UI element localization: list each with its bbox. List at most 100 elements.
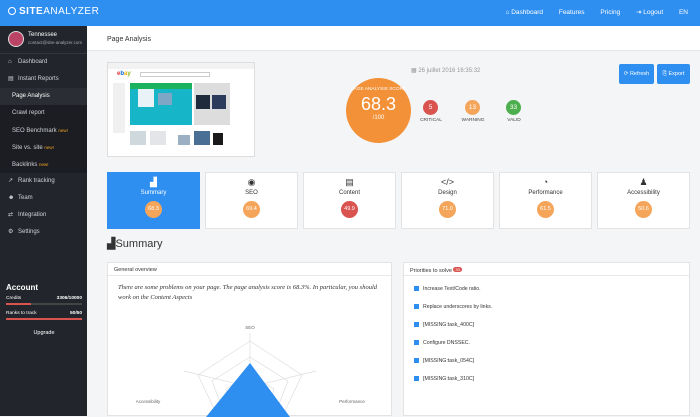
new-badge: new!: [58, 128, 68, 133]
priority-item[interactable]: Configure DNSSEC.: [404, 334, 689, 352]
sidebar-item-rank-tracking[interactable]: ↗ Rank tracking: [0, 173, 87, 190]
nav-logout[interactable]: ⇥ Logout: [636, 9, 663, 16]
export-icon: ⎘: [662, 71, 667, 77]
nav-features[interactable]: Features: [559, 9, 585, 16]
priorities-title: Priorities to solve: [410, 268, 452, 274]
tab-accessibility[interactable]: ♟ Accessibility 50.6: [597, 172, 690, 229]
score-value: 68.3: [360, 94, 397, 114]
sidebar-label: SEO Benchmark: [12, 128, 57, 134]
sidebar-label: Settings: [18, 229, 40, 235]
nav-pricing[interactable]: Pricing: [600, 9, 620, 16]
ranks-label: Ranks to track: [6, 311, 37, 316]
priority-item[interactable]: [MISSING:task_400C]: [404, 316, 689, 334]
tab-score: 61.5: [537, 201, 554, 218]
category-tabs: ▟ Summary 68.3 ◉ SEO 69.4 ▤ Content 49.9 </> De…: [107, 172, 690, 229]
tab-seo[interactable]: ◉ SEO 69.4: [205, 172, 298, 229]
sidebar: Tennessee contact@site-analyzer.com ⌂ Das…: [0, 26, 87, 416]
nav-logout-label: Logout: [643, 9, 664, 16]
sidebar-label: Backlinks: [12, 162, 38, 168]
logo-icon: [8, 7, 16, 15]
checkbox-icon: [414, 285, 419, 291]
top-bar: SITEANALYZER ⌂ Dashboard Features Pricin…: [0, 0, 700, 26]
refresh-button[interactable]: ⟳ Refresh: [619, 64, 654, 84]
export-label: Export: [668, 71, 685, 77]
critical-count: 5: [423, 100, 438, 115]
priority-item[interactable]: Replace underscores by links.: [404, 298, 689, 316]
priority-item[interactable]: [MISSING:task_310C]: [404, 370, 689, 388]
score-label: PAGE ANALYSIS SCORE: [350, 87, 407, 92]
sidebar-item-instant-reports[interactable]: ▤ Instant Reports: [0, 71, 87, 88]
checkbox-icon: [414, 321, 419, 327]
credits-label: Credits: [6, 296, 22, 301]
overview-text: There are some problems on your page. Th…: [118, 284, 378, 301]
credits-bar-fill: [6, 303, 32, 305]
page-score: PAGE ANALYSIS SCORE 68.3 /100: [346, 78, 411, 143]
home-icon: ⌂: [8, 59, 12, 65]
sidebar-item-page-analysis[interactable]: Page Analysis: [0, 88, 87, 105]
logo[interactable]: SITEANALYZER: [8, 6, 99, 17]
sidebar-label: Team: [18, 195, 33, 201]
export-button[interactable]: ⎘ Export: [657, 64, 690, 84]
tab-label: Summary: [140, 190, 167, 196]
upgrade-button[interactable]: Upgrade: [6, 330, 82, 336]
avatar: [8, 31, 24, 47]
gauge-icon: ◔: [542, 177, 549, 187]
account-panel: Account Credits 3306/10000 Ranks to track…: [6, 283, 82, 336]
checkbox-icon: [414, 375, 419, 381]
tab-label: Content: [338, 190, 360, 196]
tab-content[interactable]: ▤ Content 49.9: [303, 172, 396, 229]
sidebar-item-settings[interactable]: ⚙ Settings: [0, 224, 87, 241]
priority-item[interactable]: [MISSING:task_054C]: [404, 352, 689, 370]
exchange-icon: ⇄: [8, 212, 14, 218]
priority-text: [MISSING:task_400C]: [423, 322, 475, 328]
user-name: Tennessee: [28, 32, 58, 38]
checkbox-icon: [414, 303, 419, 309]
trend-icon: ↗: [8, 178, 14, 184]
code-icon: </>: [440, 177, 454, 187]
priority-text: [MISSING:task_310C]: [423, 376, 475, 382]
credits-bar: [6, 303, 82, 305]
sidebar-item-site-vs-site[interactable]: Site vs. site new!: [0, 139, 87, 156]
summary-title: Summary: [115, 238, 163, 250]
priority-text: [MISSING:task_054C]: [423, 358, 475, 364]
sidebar-label: Dashboard: [18, 59, 48, 65]
report-icon: ▤: [8, 76, 14, 82]
sidebar-label: Page Analysis: [12, 93, 50, 99]
tab-label: Performance: [528, 190, 563, 196]
radar-series: [206, 363, 290, 417]
score-max: /100: [372, 115, 385, 121]
sidebar-label: Integration: [18, 212, 47, 218]
radar-label-right: Performance: [339, 399, 365, 404]
sidebar-item-team[interactable]: ☻ Team: [0, 190, 87, 207]
tab-label: Accessibility: [627, 190, 660, 196]
tab-design[interactable]: </> Design 71.0: [401, 172, 494, 229]
tab-summary[interactable]: ▟ Summary 68.3: [107, 172, 200, 229]
page-title: Page Analysis: [87, 26, 700, 51]
logo-analyzer: ANALYZER: [43, 6, 100, 17]
tab-score: 68.3: [145, 201, 162, 218]
tab-score: 71.0: [439, 201, 456, 218]
warning-label: WARNING: [461, 118, 485, 123]
sidebar-item-crawl-report[interactable]: Crawl report: [0, 105, 87, 122]
team-icon: ☻: [8, 195, 15, 201]
logo-site: SITE: [19, 6, 44, 17]
priorities-panel: Priorities to solve 33 Increase Text/Cod…: [403, 262, 690, 416]
nav-language[interactable]: EN: [679, 9, 688, 16]
priority-item[interactable]: Increase Text/Code ratio.: [404, 280, 689, 298]
nav-dashboard[interactable]: ⌂ Dashboard: [505, 9, 543, 16]
priorities-count: 33: [453, 267, 462, 272]
sidebar-item-dashboard[interactable]: ⌂ Dashboard: [0, 54, 87, 71]
sidebar-label: Crawl report: [12, 110, 45, 116]
sidebar-item-integration[interactable]: ⇄ Integration: [0, 207, 87, 224]
valid-count: 33: [506, 100, 521, 115]
sidebar-item-seo-benchmark[interactable]: SEO Benchmark new!: [0, 122, 87, 139]
user-profile[interactable]: Tennessee contact@site-analyzer.com: [0, 26, 87, 54]
user-icon: ♟: [639, 177, 648, 187]
priority-text: Configure DNSSEC.: [423, 340, 470, 346]
user-email: contact@site-analyzer.com: [28, 40, 83, 45]
top-nav: ⌂ Dashboard Features Pricing ⇥ Logout EN: [491, 8, 688, 16]
sidebar-item-backlinks[interactable]: Backlinks new!: [0, 156, 87, 173]
sidebar-label: Instant Reports: [18, 76, 59, 82]
chart-icon: ▟: [150, 177, 157, 187]
tab-performance[interactable]: ◔ Performance 61.5: [499, 172, 592, 229]
